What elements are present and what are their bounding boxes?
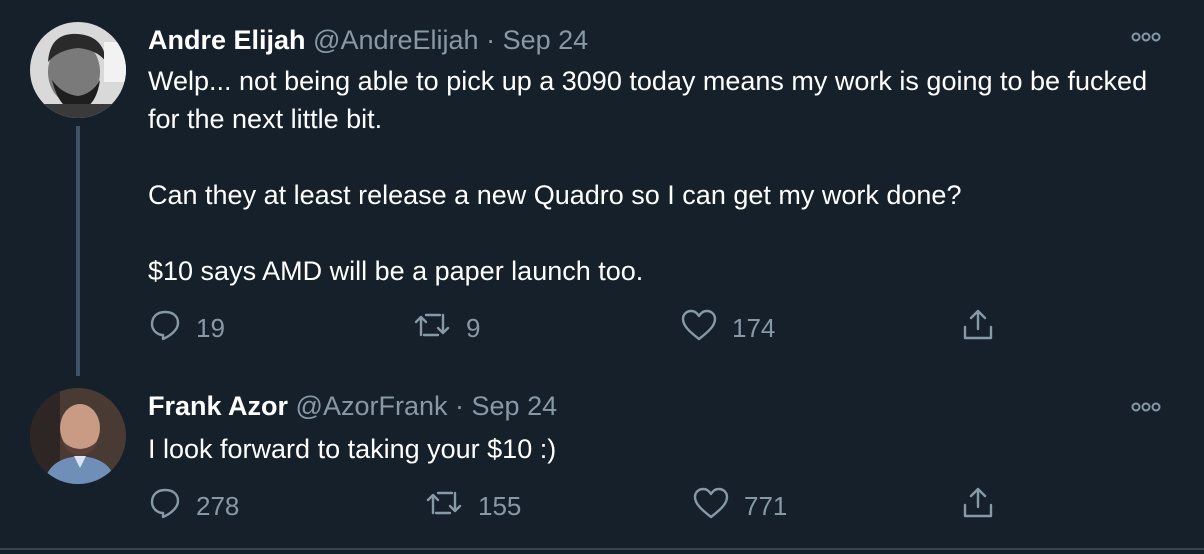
retweet-button[interactable]: 155	[424, 486, 521, 526]
timestamp[interactable]: Sep 24	[503, 25, 589, 55]
retweet-count: 155	[478, 490, 522, 521]
tweet-actions: 19 9 174	[148, 308, 1048, 348]
tweet-text: I look forward to taking your $10 :)	[148, 430, 1178, 468]
like-button[interactable]: 771	[692, 486, 787, 526]
retweet-icon	[412, 309, 466, 348]
retweet-button[interactable]: 9	[412, 308, 480, 348]
separator: ·	[455, 391, 465, 421]
tweet-paragraph: Can they at least release a new Quadro s…	[148, 180, 962, 210]
separator: ·	[486, 25, 496, 55]
reply-count: 19	[196, 312, 225, 343]
tweet-actions: 278 155 771	[148, 486, 1048, 526]
avatar[interactable]	[30, 22, 126, 118]
share-button[interactable]	[960, 308, 1010, 348]
display-name[interactable]: Frank Azor	[148, 391, 288, 421]
tweet[interactable]: Frank Azor @AzorFrank · Sep 24 I look fo…	[0, 380, 1204, 548]
display-name[interactable]: Andre Elijah	[148, 25, 306, 55]
reply-icon	[148, 308, 196, 349]
tweet-paragraph: Welp... not being able to pick up a 3090…	[148, 66, 1148, 134]
tweet-text: Welp... not being able to pick up a 3090…	[148, 62, 1178, 290]
tweet-paragraph: I look forward to taking your $10 :)	[148, 434, 557, 464]
ellipsis-icon[interactable]	[1130, 28, 1162, 48]
handle[interactable]: @AndreElijah	[313, 25, 479, 55]
share-button[interactable]	[960, 486, 1010, 526]
avatar[interactable]	[30, 388, 126, 484]
reply-button[interactable]: 19	[148, 308, 225, 348]
retweet-count: 9	[466, 312, 481, 343]
ellipsis-icon[interactable]	[1130, 398, 1162, 418]
like-count: 174	[732, 312, 776, 343]
like-icon	[692, 486, 744, 527]
like-icon	[680, 308, 732, 349]
tweet-header: Andre Elijah @AndreElijah · Sep 24	[148, 24, 588, 56]
share-icon	[960, 307, 1010, 350]
like-button[interactable]: 174	[680, 308, 775, 348]
divider	[0, 548, 1204, 550]
tweet[interactable]: Andre Elijah @AndreElijah · Sep 24 Welp.…	[0, 0, 1204, 370]
share-icon	[960, 485, 1010, 528]
tweet-header: Frank Azor @AzorFrank · Sep 24	[148, 390, 557, 422]
reply-button[interactable]: 278	[148, 486, 239, 526]
reply-count: 278	[196, 490, 240, 521]
timestamp[interactable]: Sep 24	[472, 391, 558, 421]
tweet-paragraph: $10 says AMD will be a paper launch too.	[148, 256, 644, 286]
like-count: 771	[744, 490, 788, 521]
reply-icon	[148, 486, 196, 527]
retweet-icon	[424, 487, 478, 526]
handle[interactable]: @AzorFrank	[296, 391, 448, 421]
